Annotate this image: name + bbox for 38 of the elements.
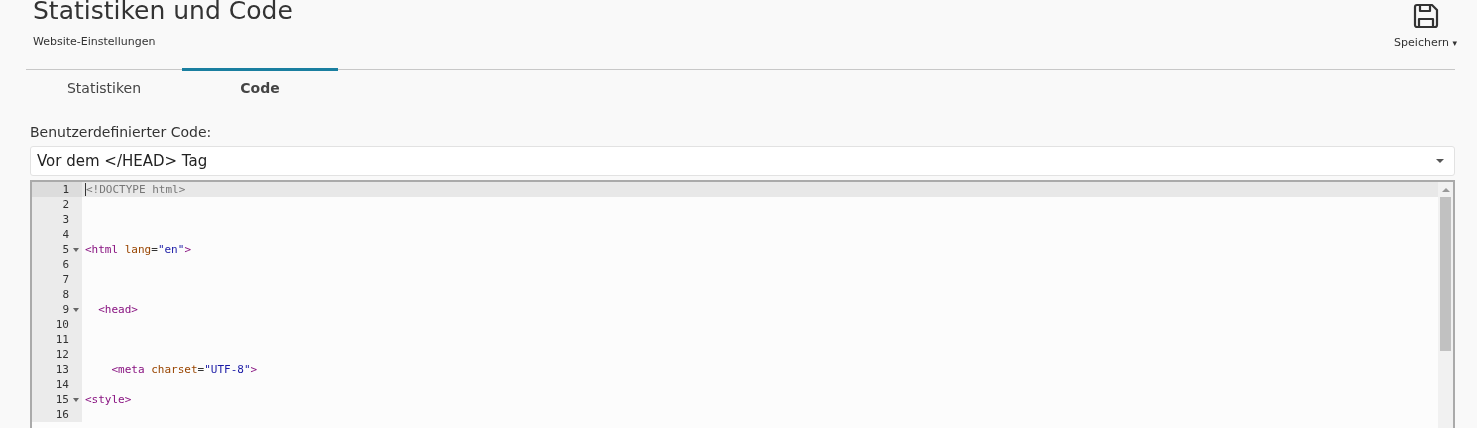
location-select[interactable]: Vor dem </HEAD> Tag [30,146,1455,176]
scrollbar[interactable] [1438,182,1453,428]
line-number: 5 [62,242,69,257]
line-number: 13 [55,362,69,377]
code-line: <head> [97,302,138,317]
page-title: Statistiken und Code [33,0,293,25]
fold-icon[interactable] [73,248,79,252]
code-editor[interactable]: 1 <!DOCTYPE html> 2 3 4 5 <html lang="en"> 6 7 8 9 <head> 10 11 12 13 <meta charset="UTF-8"> 14 15 <style> 16 [30,180,1455,428]
scroll-up-icon[interactable] [1441,188,1450,192]
line-number: 6 [62,257,69,272]
line-number: 8 [62,287,69,302]
code-line: <meta charset="UTF-8"> [110,362,258,377]
save-button[interactable]: Speichern ▾ [1394,0,1457,49]
save-icon [1412,3,1439,29]
fold-icon[interactable] [73,308,79,312]
line-number: 12 [55,347,69,362]
text-cursor [85,183,86,196]
line-number: 2 [62,197,69,212]
line-number: 3 [62,212,69,227]
code-line: <html lang="en"> [85,242,191,257]
tab[interactable]: Code [182,68,338,102]
caret-icon [1436,159,1444,163]
code-line: <!DOCTYPE html> [86,182,186,197]
line-number: 11 [55,332,69,347]
fold-icon[interactable] [73,398,79,402]
line-number: 7 [62,272,69,287]
line-number: 15 [55,392,69,407]
line-number: 9 [62,302,69,317]
field-label: Benutzerdefinierter Code: [30,124,213,140]
line-number: 16 [55,407,69,422]
line-number: 1 [62,182,69,197]
scrollbar-thumb[interactable] [1440,197,1451,351]
line-number: 10 [55,317,69,332]
code-line: <style> [85,392,132,407]
tab[interactable]: Statistiken [26,68,182,102]
line-number: 14 [55,377,69,392]
line-number: 4 [62,227,69,242]
page-subtitle: Website-Einstellungen [33,35,157,48]
